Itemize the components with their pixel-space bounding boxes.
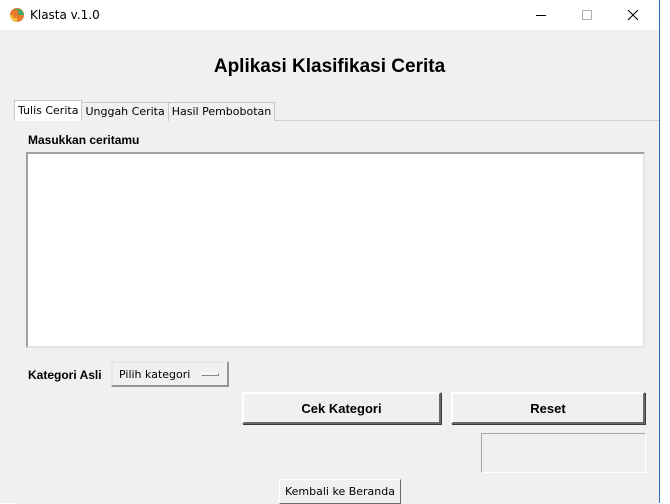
category-selected-value: Pilih kategori: [119, 367, 191, 381]
page-title: Aplikasi Klasifikasi Cerita: [213, 56, 446, 77]
tab-tulis-cerita[interactable]: Tulis Cerita: [14, 100, 83, 121]
app-logo-icon: [9, 7, 25, 23]
tab-bar: Tulis Cerita Unggah Cerita Hasil Pembobo…: [14, 100, 276, 121]
close-button[interactable]: [610, 0, 655, 30]
close-icon: [627, 9, 638, 21]
app-window: Klasta v.1.0 Aplikasi Klasifikasi Cerita…: [0, 0, 660, 504]
maximize-button[interactable]: [564, 0, 609, 30]
minimize-button[interactable]: [518, 0, 563, 30]
title-bar[interactable]: Klasta v.1.0: [0, 0, 659, 30]
story-label: Masukkan ceritamu: [28, 133, 140, 147]
category-label: Kategori Asli: [28, 368, 102, 382]
result-output: [481, 433, 646, 473]
story-input[interactable]: [26, 152, 645, 348]
reset-button[interactable]: Reset: [451, 392, 645, 424]
dropdown-indicator-icon: [201, 373, 219, 376]
category-dropdown[interactable]: Pilih kategori: [111, 361, 229, 387]
tab-hasil-pembobotan[interactable]: Hasil Pembobotan: [167, 102, 276, 121]
check-category-button[interactable]: Cek Kategori: [242, 392, 441, 424]
background-strip: [660, 0, 670, 503]
minimize-icon: [535, 15, 546, 16]
window-title: Klasta v.1.0: [30, 8, 100, 22]
tab-unggah-cerita[interactable]: Unggah Cerita: [81, 102, 169, 121]
maximize-icon: [581, 10, 592, 20]
back-to-home-button[interactable]: Kembali ke Beranda: [279, 479, 401, 504]
